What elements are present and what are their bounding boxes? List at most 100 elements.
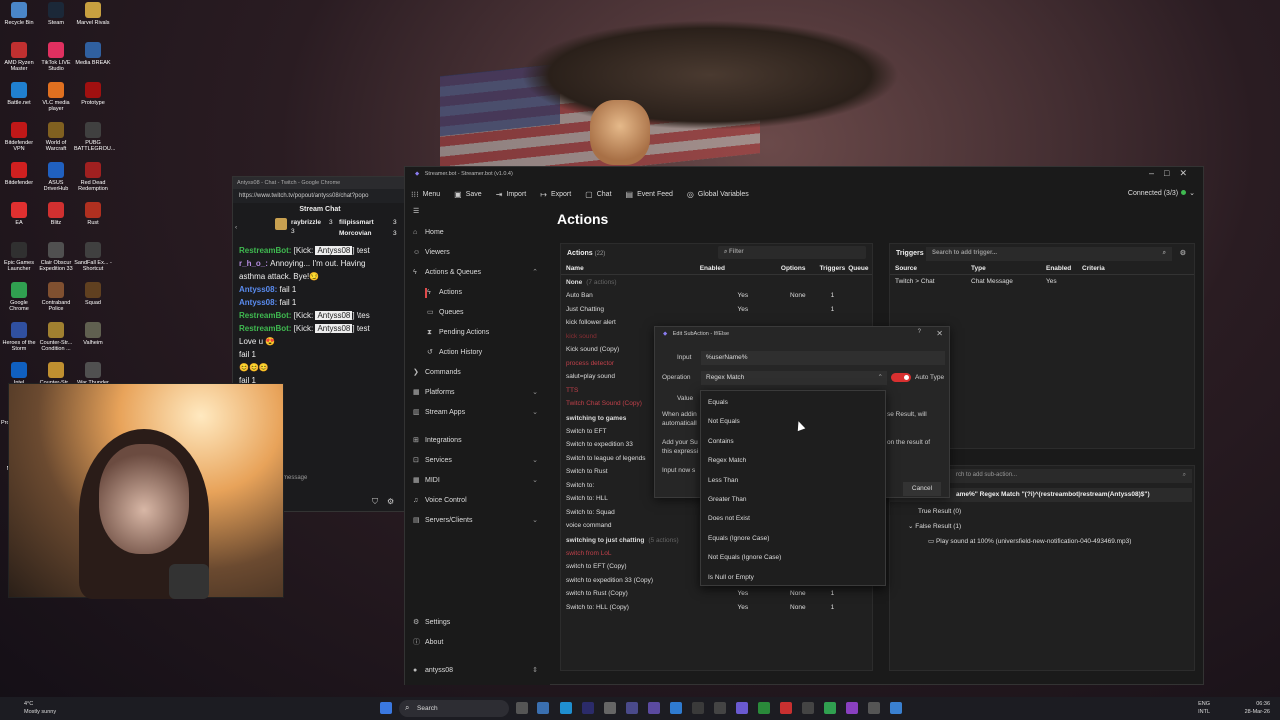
nav-actions-queues[interactable]: ϟ Actions & Queues ⌃: [405, 263, 550, 283]
desktop-icon[interactable]: Epic Games Launcher: [0, 242, 38, 272]
language-indicator[interactable]: ENG INTL: [1198, 700, 1210, 716]
table-row[interactable]: switch to Rust (Copy) Yes None 1: [561, 587, 872, 601]
desktop-icon[interactable]: PUBG BATTLEGROU...: [74, 122, 115, 152]
explorer-icon[interactable]: [537, 702, 549, 714]
app-icon[interactable]: [582, 702, 594, 714]
nav-commands[interactable]: ❯ Commands: [405, 363, 550, 383]
desktop-icon[interactable]: Squad: [74, 282, 112, 306]
window-controls[interactable]: –□✕: [1149, 168, 1197, 179]
nav-viewers[interactable]: ☺ Viewers: [405, 243, 550, 263]
desktop-icon[interactable]: Bitdefender: [0, 162, 38, 186]
app-icon[interactable]: [692, 702, 704, 714]
save-button[interactable]: ▣ Save: [454, 190, 482, 199]
cancel-button[interactable]: Cancel: [903, 482, 941, 496]
col-type[interactable]: Type: [971, 265, 1046, 272]
nav-actions[interactable]: ϟ Actions: [405, 283, 550, 303]
weather-widget[interactable]: 4°C Mostly sunny: [24, 700, 56, 716]
desktop-icon[interactable]: Counter-Str... Condition ...: [37, 322, 75, 352]
user-profile[interactable]: ● antyss08 ⇕: [405, 661, 550, 681]
col-name[interactable]: Name: [561, 265, 700, 272]
connection-status[interactable]: Connected (3/3) ⌄: [1128, 189, 1195, 197]
settings-icon[interactable]: [868, 702, 880, 714]
nav-settings[interactable]: ⚙ Settings: [405, 613, 550, 633]
col-queue[interactable]: Queue: [848, 265, 872, 272]
url-bar[interactable]: https://www.twitch.tv/popout/antyss08/ch…: [233, 189, 407, 203]
dropdown-option[interactable]: Not Equals (Ignore Case): [701, 548, 885, 567]
false-result-branch[interactable]: ⌄ False Result (1): [908, 519, 961, 534]
table-row[interactable]: Switch to: HLL (Copy) Yes None 1: [561, 601, 872, 615]
nav-midi[interactable]: ▦ MIDI ⌄: [405, 471, 550, 491]
desktop-icon[interactable]: Contraband Police: [37, 282, 75, 312]
col-enabled[interactable]: Enabled: [700, 265, 779, 272]
chat-username[interactable]: Antyss08:: [239, 285, 279, 294]
desktop-icon[interactable]: TikTok LIVE Studio: [37, 42, 75, 72]
close-icon[interactable]: ✕: [936, 329, 943, 338]
desktop-icon[interactable]: Red Dead Redemption: [74, 162, 112, 192]
chat-username[interactable]: RestreamBot:: [239, 311, 294, 320]
desktop-icon[interactable]: Blitz: [37, 202, 75, 226]
operation-select[interactable]: Regex Match ⌃: [701, 371, 887, 385]
desktop-icon[interactable]: World of Warcraft: [37, 122, 75, 152]
nav-pending-actions[interactable]: ⧗ Pending Actions: [405, 323, 550, 343]
table-row[interactable]: Just Chatting Yes 1: [561, 303, 872, 317]
input-field[interactable]: %userName%: [701, 351, 945, 365]
col-source[interactable]: Source: [895, 265, 971, 272]
global-variables-button[interactable]: ◎ Global Variables: [687, 190, 749, 199]
chat-input[interactable]: message: [280, 472, 400, 486]
group-header[interactable]: None (7 actions): [561, 275, 872, 289]
desktop-icon[interactable]: Heroes of the Storm: [0, 322, 38, 352]
app-icon[interactable]: [780, 702, 792, 714]
nav-home[interactable]: ⌂ Home: [405, 223, 550, 243]
app-icon[interactable]: [604, 702, 616, 714]
desktop-icon[interactable]: SandFall Ex... - Shortcut: [74, 242, 112, 272]
true-result-branch[interactable]: True Result (0): [918, 504, 961, 519]
task-view-icon[interactable]: [516, 702, 528, 714]
menu-button[interactable]: ⁝⁝⁝ Menu: [411, 190, 440, 199]
nav-stream-apps[interactable]: ▥ Stream Apps ⌄: [405, 403, 550, 423]
dropdown-option[interactable]: Contains: [701, 432, 885, 451]
dropdown-option[interactable]: Is Null or Empty: [701, 568, 885, 587]
app-icon[interactable]: [626, 702, 638, 714]
col-enabled[interactable]: Enabled: [1046, 265, 1082, 272]
app-icon[interactable]: [846, 702, 858, 714]
event-feed-button[interactable]: ▤ Event Feed: [626, 190, 673, 199]
dropdown-option[interactable]: Less Than: [701, 471, 885, 490]
taskbar-search[interactable]: ⌕ Search: [399, 700, 509, 717]
gear-icon[interactable]: ⚙: [387, 497, 394, 506]
desktop-icon[interactable]: Clair Obscur Expedition 33: [37, 242, 75, 272]
nav-platforms[interactable]: ▦ Platforms ⌄: [405, 383, 550, 403]
chevron-left-icon[interactable]: ‹: [235, 224, 237, 231]
streamerbot-icon[interactable]: [736, 702, 748, 714]
hamburger-icon[interactable]: ☰: [405, 207, 550, 223]
desktop-icon[interactable]: EA: [0, 202, 38, 226]
chat-username[interactable]: Antyss08:: [239, 298, 279, 307]
help-icon[interactable]: ?: [918, 329, 921, 335]
desktop-icon[interactable]: Rust: [74, 202, 112, 226]
nav-action-history[interactable]: ↺ Action History: [405, 343, 550, 363]
col-triggers[interactable]: Triggers: [817, 265, 849, 272]
chat-username[interactable]: r_h_o_:: [239, 259, 270, 268]
app-icon[interactable]: [890, 702, 902, 714]
desktop-icon[interactable]: Prototype: [74, 82, 112, 106]
dropdown-option[interactable]: Not Equals: [701, 412, 885, 431]
play-sound-subaction[interactable]: ▭ Play sound at 100% (universfield-new-n…: [928, 534, 1131, 549]
export-button[interactable]: ↦ Export: [540, 190, 571, 199]
app-icon[interactable]: [758, 702, 770, 714]
desktop-icon[interactable]: Media BREAK: [74, 42, 112, 66]
steam-icon[interactable]: [714, 702, 726, 714]
desktop-icon[interactable]: Battle.net: [0, 82, 38, 106]
table-row[interactable]: Auto Ban Yes None 1: [561, 289, 872, 303]
dropdown-option[interactable]: Regex Match: [701, 451, 885, 470]
settings-icon[interactable]: ⚙: [1180, 249, 1186, 257]
desktop-icon[interactable]: Google Chrome: [0, 282, 38, 312]
system-tray[interactable]: ENG INTL 06:36 28-Mar-26: [1198, 700, 1270, 716]
desktop-icon[interactable]: Recycle Bin: [0, 2, 38, 26]
start-icon[interactable]: [380, 702, 392, 714]
auto-type-toggle[interactable]: [891, 373, 911, 382]
desktop-icon[interactable]: VLC media player: [37, 82, 75, 112]
desktop-icon[interactable]: Steam: [37, 2, 75, 26]
nav-services[interactable]: ⊡ Services ⌄: [405, 451, 550, 471]
nav-voice-control[interactable]: ♫ Voice Control: [405, 491, 550, 511]
app-icon[interactable]: [648, 702, 660, 714]
table-row[interactable]: Twitch > Chat Chat Message Yes: [890, 275, 1194, 289]
